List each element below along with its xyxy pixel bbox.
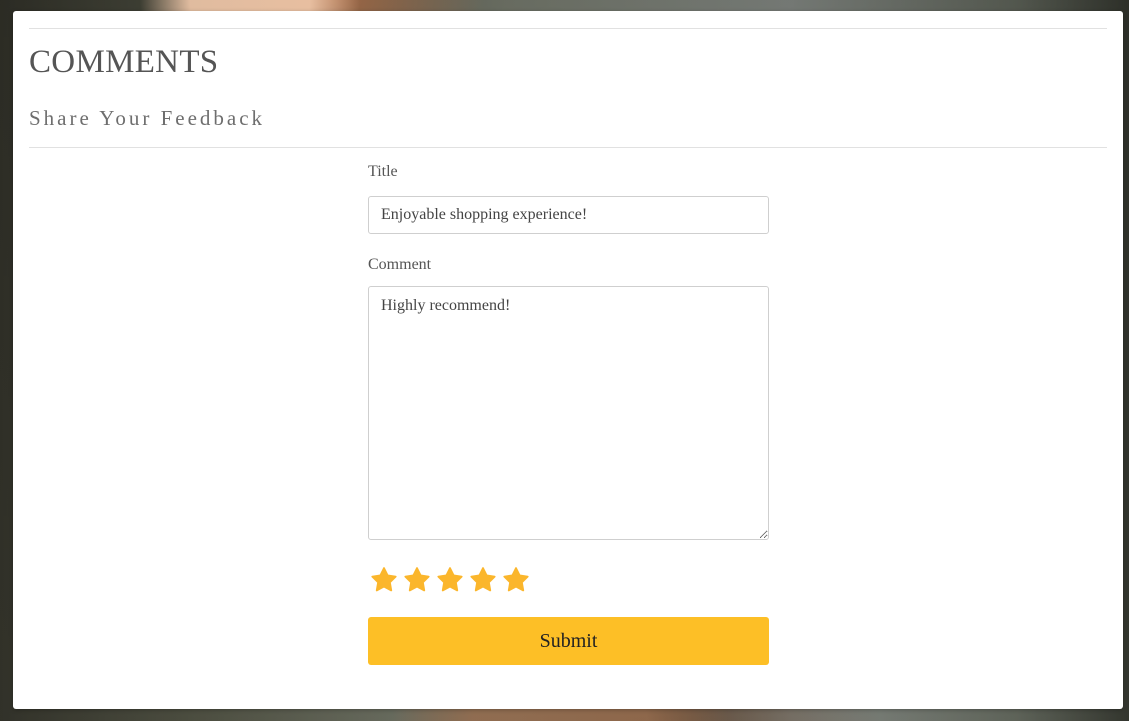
feedback-form: Title Comment Highly recommend! Submit (368, 161, 769, 665)
star-icon[interactable] (469, 566, 497, 594)
star-icon[interactable] (436, 566, 464, 594)
header-divider (29, 147, 1107, 148)
star-icon[interactable] (370, 566, 398, 594)
star-rating (370, 566, 769, 594)
title-input[interactable] (368, 196, 769, 234)
top-divider (29, 28, 1107, 29)
page-title: COMMENTS (29, 44, 219, 80)
title-label: Title (368, 163, 398, 180)
comment-label: Comment (368, 256, 432, 273)
submit-button[interactable]: Submit (368, 617, 769, 665)
comment-textarea[interactable]: Highly recommend! (368, 286, 769, 540)
star-icon[interactable] (403, 566, 431, 594)
star-icon[interactable] (502, 566, 530, 594)
page-subtitle: Share Your Feedback (29, 106, 266, 130)
comments-panel: COMMENTS Share Your Feedback Title Comme… (13, 11, 1123, 709)
